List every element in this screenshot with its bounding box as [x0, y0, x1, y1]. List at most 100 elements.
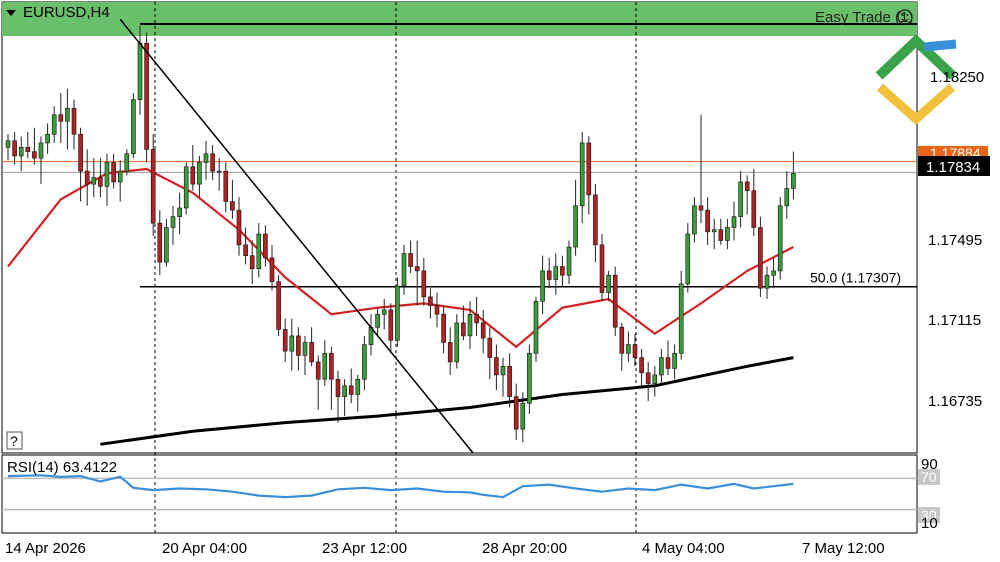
bearish-candle	[474, 313, 479, 324]
bullish-candle	[527, 352, 532, 404]
top-highlight-band	[2, 2, 917, 36]
bearish-candle	[309, 342, 314, 363]
bullish-candle	[777, 205, 783, 272]
bullish-candle	[626, 344, 631, 354]
price-tick-4: 1.16735	[928, 393, 982, 410]
bearish-candle	[744, 181, 750, 191]
bearish-candle	[408, 253, 413, 267]
bearish-candle	[612, 274, 618, 328]
bearish-candle	[599, 244, 605, 293]
bullish-candle	[692, 205, 697, 235]
chart-canvas[interactable]: 50.0 (1.17307) EURUSD,H4 Easy Trade (1) …	[0, 0, 1000, 562]
bearish-candle	[665, 357, 671, 369]
bearish-candle	[269, 257, 275, 283]
bearish-candle	[428, 296, 433, 306]
bullish-candle	[117, 170, 123, 183]
bullish-candle	[164, 227, 169, 263]
bullish-candle	[104, 162, 110, 187]
bearish-candle	[98, 177, 103, 187]
bearish-candle	[507, 365, 512, 397]
bearish-candle	[698, 205, 704, 211]
bearish-candle	[58, 114, 64, 122]
bearish-candle	[718, 229, 724, 241]
bearish-candle	[190, 166, 196, 185]
bullish-candle	[302, 342, 308, 356]
bullish-candle	[197, 162, 202, 185]
bearish-candle	[25, 146, 31, 152]
bearish-candle	[645, 372, 651, 384]
bearish-candle	[243, 244, 248, 256]
bullish-candle	[533, 300, 539, 354]
bullish-candle	[256, 233, 262, 269]
bearish-candle	[223, 170, 229, 202]
bullish-candle	[540, 270, 545, 302]
bullish-candle	[784, 188, 790, 207]
bullish-candle	[177, 207, 182, 217]
bullish-candle	[678, 283, 684, 354]
bullish-candle	[685, 233, 691, 285]
bearish-candle	[263, 233, 268, 259]
bearish-candle	[335, 378, 341, 397]
bearish-candle	[282, 329, 288, 352]
bearish-candle	[84, 170, 90, 185]
bearish-candle	[751, 190, 757, 228]
bullish-candle	[5, 140, 11, 148]
bullish-candle	[137, 42, 143, 100]
bearish-candle	[414, 266, 420, 272]
bullish-candle	[738, 181, 743, 217]
bullish-candle	[65, 107, 70, 122]
time-label-6: 7 May 12:00	[802, 540, 885, 557]
rsi-label: RSI(14) 63.4122	[7, 459, 117, 476]
bullish-candle	[170, 216, 176, 228]
bearish-candle	[210, 153, 215, 172]
symbol-label: EURUSD,H4	[23, 4, 110, 21]
bearish-candle	[388, 309, 394, 341]
bullish-candle	[362, 344, 367, 380]
bullish-candle	[771, 270, 776, 276]
price-axis: 1.18250 1.17495 1.17115 1.16735 1.17884 …	[918, 69, 990, 410]
bullish-candle	[355, 378, 361, 395]
bearish-candle	[586, 142, 592, 196]
bullish-candle	[791, 172, 796, 189]
bearish-candle	[78, 133, 83, 172]
bearish-candle	[249, 255, 255, 269]
bullish-candle	[289, 335, 295, 352]
bullish-candle	[725, 227, 730, 241]
time-label-3: 23 Apr 12:00	[322, 540, 407, 557]
bearish-candle	[32, 151, 37, 159]
bullish-candle	[91, 177, 97, 185]
rsi-panel[interactable]	[1, 454, 918, 534]
bearish-candle	[421, 270, 427, 298]
fibonacci-50-label: 50.0 (1.17307)	[810, 270, 901, 286]
rsi-level-70-value: 70	[921, 469, 937, 485]
bullish-candle	[659, 357, 664, 376]
time-axis: 14 Apr 2026 20 Apr 04:00 23 Apr 12:00 28…	[5, 540, 885, 557]
bearish-candle	[560, 266, 565, 276]
price-tick-2: 1.17495	[928, 232, 982, 249]
bullish-candle	[467, 313, 473, 337]
price-tick-1: 1.18250	[930, 69, 984, 86]
bullish-candle	[381, 309, 387, 315]
bullish-candle	[553, 266, 559, 280]
bullish-candle	[401, 253, 407, 287]
bullish-candle	[573, 205, 578, 248]
bullish-candle	[579, 142, 585, 207]
rsi-scale-bottom: 10	[921, 515, 938, 532]
bullish-candle	[51, 114, 57, 135]
bullish-candle	[131, 99, 136, 155]
bearish-candle	[12, 140, 17, 157]
bearish-candle	[758, 227, 763, 289]
bearish-candle	[329, 352, 334, 380]
bullish-candle	[566, 246, 572, 276]
bearish-candle	[593, 194, 598, 246]
bullish-candle	[454, 322, 460, 363]
bearish-candle	[632, 344, 638, 358]
bullish-candle	[395, 285, 400, 341]
bullish-candle	[124, 153, 130, 172]
bearish-candle	[639, 357, 644, 374]
bearish-candle	[230, 201, 235, 211]
bullish-candle	[606, 274, 611, 293]
bearish-candle	[434, 305, 440, 315]
bullish-candle	[322, 352, 328, 380]
bullish-candle	[342, 385, 347, 397]
